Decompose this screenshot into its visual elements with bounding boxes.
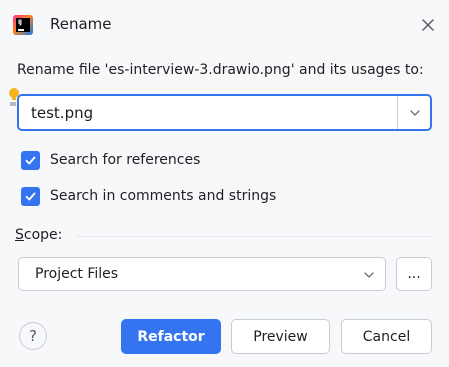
close-button[interactable] (417, 14, 439, 36)
search-comments-option[interactable]: Search in comments and strings (21, 186, 276, 206)
refactor-button[interactable]: Refactor (121, 319, 221, 354)
name-dropdown-button[interactable] (398, 96, 432, 129)
title-bar: IJ Rename (0, 0, 449, 50)
scope-more-button[interactable]: ... (396, 257, 432, 291)
cancel-button[interactable]: Cancel (341, 319, 432, 354)
scope-dropdown[interactable]: Project Files (18, 257, 386, 291)
scope-label-rest: cope: (23, 227, 63, 243)
checkmark-icon (25, 192, 36, 200)
new-name-combo (17, 94, 432, 131)
search-references-checkbox[interactable] (21, 150, 40, 170)
scope-selected-value: Project Files (35, 266, 119, 282)
checkmark-icon (25, 156, 36, 164)
rename-prompt: Rename file 'es-interview-3.drawio.png' … (17, 62, 424, 78)
close-icon (422, 19, 434, 31)
intellij-idea-icon: IJ (13, 15, 33, 35)
scope-label: Scope: (15, 227, 62, 243)
rename-dialog: IJ Rename Rename file 'es-interview-3.dr… (0, 0, 449, 367)
new-name-input[interactable] (19, 96, 397, 129)
search-references-label: Search for references (50, 152, 201, 168)
chevron-down-icon (364, 272, 374, 278)
dialog-title: Rename (50, 15, 112, 33)
search-comments-label: Search in comments and strings (50, 188, 277, 204)
chevron-down-icon (410, 109, 420, 116)
search-references-option[interactable]: Search for references (21, 150, 200, 170)
search-comments-checkbox[interactable] (21, 186, 40, 206)
help-button[interactable]: ? (19, 322, 47, 350)
preview-button[interactable]: Preview (231, 319, 330, 354)
scope-separator (76, 236, 432, 237)
scope-mnemonic: S (15, 227, 24, 243)
